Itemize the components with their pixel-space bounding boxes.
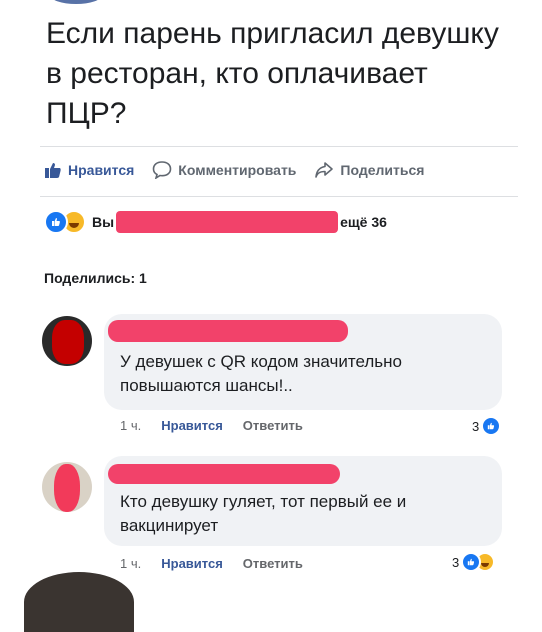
top-avatar-fragment bbox=[50, 0, 102, 4]
bottom-photo-fragment bbox=[24, 572, 134, 632]
divider bbox=[40, 146, 518, 147]
comment-text-line: вакцинирует bbox=[120, 516, 219, 535]
share-button[interactable]: Поделиться bbox=[314, 161, 424, 179]
share-label: Поделиться bbox=[340, 162, 425, 178]
divider bbox=[40, 196, 518, 197]
reaction-count-value: 3 bbox=[472, 418, 480, 434]
comment-like-link[interactable]: Нравится bbox=[161, 418, 223, 433]
share-arrow-icon bbox=[315, 162, 334, 178]
comment-reaction-count[interactable]: 3 bbox=[452, 552, 496, 572]
avatar[interactable] bbox=[42, 462, 92, 512]
like-reaction-icon bbox=[44, 210, 68, 234]
comment-time[interactable]: 1 ч. bbox=[120, 418, 141, 433]
shares-count[interactable]: Поделились: 1 bbox=[44, 270, 147, 286]
comment-like-link[interactable]: Нравится bbox=[161, 556, 223, 571]
redacted-author-name[interactable] bbox=[108, 464, 340, 484]
post-text-line: ПЦР? bbox=[46, 97, 127, 130]
comment-meta: 1 ч. Нравится Ответить bbox=[120, 556, 323, 571]
reaction-count-value: 3 bbox=[452, 554, 460, 570]
like-label: Нравится bbox=[68, 162, 135, 178]
comment-text: У девушек с QR кодом значительно повышаю… bbox=[120, 350, 492, 398]
comment-reaction-count[interactable]: 3 bbox=[472, 416, 502, 436]
reactions-prefix: Вы bbox=[92, 214, 115, 230]
post-text: Если парень пригласил девушку в ресторан… bbox=[46, 14, 516, 134]
like-button[interactable]: Нравится bbox=[44, 161, 134, 179]
comment-text-line: Кто девушку гуляет, тот первый ее и bbox=[120, 492, 407, 511]
comment-button[interactable]: Комментировать bbox=[152, 161, 296, 179]
post-text-line: в ресторан, кто оплачивает bbox=[46, 57, 428, 90]
post-text-line: Если парень пригласил девушку bbox=[46, 17, 499, 50]
comment-meta: 1 ч. Нравится Ответить bbox=[120, 418, 323, 433]
redacted-names bbox=[116, 211, 339, 233]
comment-time[interactable]: 1 ч. bbox=[120, 556, 141, 571]
reactions-suffix: ещё 36 bbox=[340, 214, 387, 230]
comment-bubble: Кто девушку гуляет, тот первый ее и вакц… bbox=[104, 456, 502, 546]
comment-text-line: повышаются шансы!.. bbox=[120, 376, 293, 395]
comment-reply-link[interactable]: Ответить bbox=[243, 556, 303, 571]
avatar[interactable] bbox=[42, 316, 92, 366]
comment-reply-link[interactable]: Ответить bbox=[243, 418, 303, 433]
comment-label: Комментировать bbox=[178, 162, 297, 178]
reactions-summary[interactable]: Вы ещё 36 bbox=[44, 210, 387, 234]
post-actions: Нравится Комментировать Поделиться bbox=[44, 158, 524, 182]
redacted-author-name[interactable] bbox=[108, 320, 348, 342]
comment-text: Кто девушку гуляет, тот первый ее и вакц… bbox=[120, 490, 492, 538]
like-reaction-icon bbox=[481, 416, 502, 436]
comment-bubble: У девушек с QR кодом значительно повышаю… bbox=[104, 314, 502, 410]
comment-bubble-icon bbox=[152, 161, 172, 179]
comment-text-line: У девушек с QR кодом значительно bbox=[120, 352, 402, 371]
thumbs-up-icon bbox=[45, 163, 61, 178]
